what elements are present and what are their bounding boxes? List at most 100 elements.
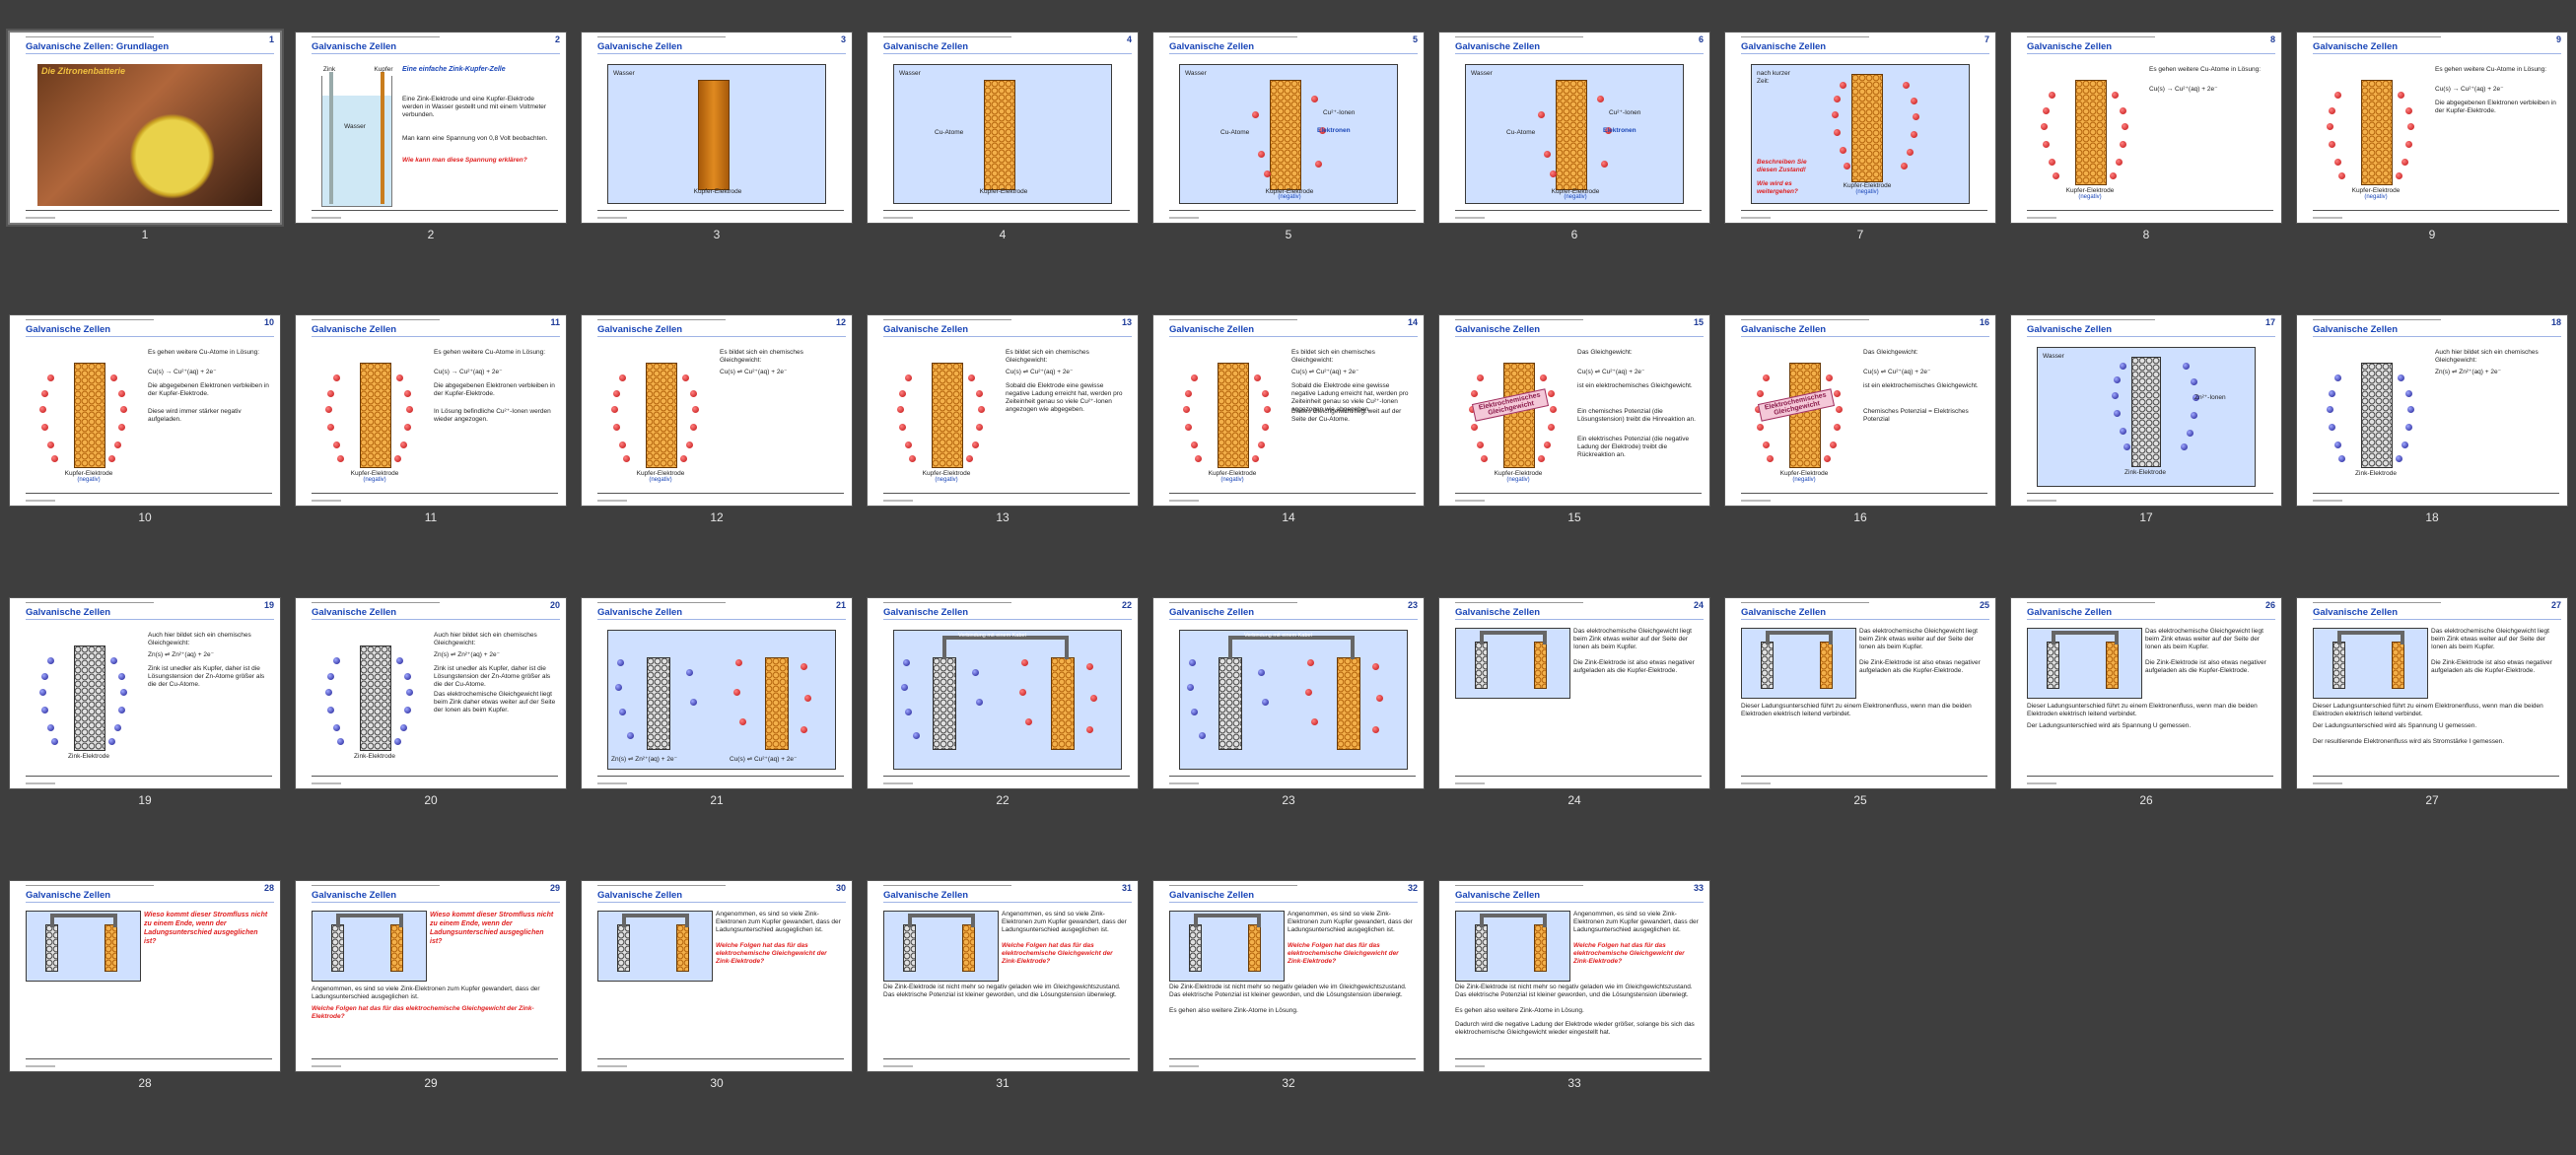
cu-ion (686, 442, 693, 448)
slide-thumbnail-10[interactable]: 10 Galvanische Zellen Kupfer-Elektrode (neg… (10, 315, 280, 589)
zinc-electrode (903, 924, 916, 972)
slide-preview[interactable]: 11 Galvanische Zellen Kupfer-Elektrode (neg… (296, 315, 566, 506)
slide-preview[interactable]: 15 Galvanische Zellen Kupfer-Elektrode (neg… (1439, 315, 1709, 506)
slide-thumbnail-9[interactable]: 9 Galvanische Zellen Kupfer-Elektrode (nega… (2297, 33, 2567, 306)
slide-thumbnail-24[interactable]: 24 Galvanische Zellen Das elektrochemische… (1439, 598, 1709, 872)
slide-preview[interactable]: 18 Galvanische Zellen Zink-Elektrode Auch h… (2297, 315, 2567, 506)
footer-rule (597, 1058, 844, 1063)
slide-preview[interactable]: 31 Galvanische Zellen Angenommen, es sind … (868, 881, 1138, 1071)
slide-preview[interactable]: 19 Galvanische Zellen Zink-Elektrode Auch h… (10, 598, 280, 788)
slide-preview[interactable]: 5 Galvanische Zellen Wasser Kupfer-Elektrod… (1153, 33, 1424, 223)
slide-thumbnail-5[interactable]: 5 Galvanische Zellen Wasser Kupfer-Elektrod… (1153, 33, 1424, 306)
body-text: Auch hier bildet sich ein chemisches Gle… (2435, 349, 2539, 364)
slide-preview[interactable]: 33 Galvanische Zellen Angenommen, es sind … (1439, 881, 1709, 1071)
cu-ion (613, 424, 620, 431)
slide-preview[interactable]: 32 Galvanische Zellen Angenommen, es sind … (1153, 881, 1424, 1071)
slide-preview[interactable]: 23 Galvanische Zellen Verbindung mit einem… (1153, 598, 1424, 788)
slide-thumbnail-23[interactable]: 23 Galvanische Zellen Verbindung mit einem… (1153, 598, 1424, 872)
cu-ion (2405, 141, 2412, 148)
zinc-equation: Zn(s) ⇌ Zn²⁺(aq) + 2e⁻ (611, 756, 678, 763)
footer-rule (1169, 210, 1416, 215)
slide-thumbnail-17[interactable]: 17 Galvanische Zellen Wasser Zn²⁺-Ionen Zink… (2011, 315, 2281, 589)
cu-ion (1763, 374, 1770, 381)
footer-rule (2027, 493, 2273, 498)
slide-thumbnail-4[interactable]: 4 Galvanische Zellen Wasser Kupfer-Elektrod… (868, 33, 1138, 306)
slide-thumbnail-15[interactable]: 15 Galvanische Zellen Kupfer-Elektrode (neg… (1439, 315, 1709, 589)
slide-preview[interactable]: 22 Galvanische Zellen Verbindung mit einem… (868, 598, 1138, 788)
cable-label: Verbindung mit einem Kabel (1244, 633, 1312, 639)
slide-preview[interactable]: 20 Galvanische Zellen Zink-Elektrode Auch h… (296, 598, 566, 788)
slide-thumbnail-6[interactable]: 6 Galvanische Zellen Wasser Kupfer-Elektrod… (1439, 33, 1709, 306)
zn-ion (2327, 406, 2333, 413)
zinc-electrode (1475, 642, 1488, 689)
slide-thumbnail-28[interactable]: 28 Galvanische Zellen Wieso kommt dieser S… (10, 881, 280, 1155)
slide-preview[interactable]: 10 Galvanische Zellen Kupfer-Elektrode (neg… (10, 315, 280, 506)
body-text: Das elektrochemische Gleichgewicht liegt… (1573, 628, 1692, 650)
footer-rule (883, 210, 1130, 215)
slide-preview[interactable]: 1 Galvanische Zellen: Grundlagen Die Zitro… (10, 33, 280, 223)
slide-thumbnail-26[interactable]: 26 Galvanische Zellen Das elektrochemische… (2011, 598, 2281, 872)
slide-thumbnail-29[interactable]: 29 Galvanische Zellen Wieso kommt dieser S… (296, 881, 566, 1155)
slide-title: Galvanische Zellen (26, 324, 274, 337)
slide-preview[interactable]: 28 Galvanische Zellen Wieso kommt dieser S… (10, 881, 280, 1071)
slide-thumbnail-25[interactable]: 25 Galvanische Zellen Das elektrochemische… (1725, 598, 1995, 872)
electrons-label: Elektronen (1317, 127, 1351, 134)
slide-preview[interactable]: 26 Galvanische Zellen Das elektrochemische… (2011, 598, 2281, 788)
slide-preview[interactable]: 8 Galvanische Zellen Kupfer-Elektrode (nega… (2011, 33, 2281, 223)
cu-ion (801, 726, 807, 733)
slide-thumbnail-7[interactable]: 7 Galvanische Zellen nach kurzer Zeit: Besc… (1725, 33, 1995, 306)
cu-ion (2043, 107, 2050, 114)
slide-thumbnail-1[interactable]: 1 Galvanische Zellen: Grundlagen Die Zitro… (10, 33, 280, 306)
slide-preview[interactable]: 6 Galvanische Zellen Wasser Kupfer-Elektrod… (1439, 33, 1709, 223)
slide-preview[interactable]: 4 Galvanische Zellen Wasser Kupfer-Elektrod… (868, 33, 1138, 223)
slide-preview[interactable]: 12 Galvanische Zellen Kupfer-Elektrode (neg… (582, 315, 852, 506)
slide-title: Galvanische Zellen (597, 890, 846, 903)
slide-thumbnail-12[interactable]: 12 Galvanische Zellen Kupfer-Elektrode (neg… (582, 315, 852, 589)
slide-thumbnail-19[interactable]: 19 Galvanische Zellen Zink-Elektrode Auch h… (10, 598, 280, 872)
slide-preview[interactable]: 25 Galvanische Zellen Das elektrochemische… (1725, 598, 1995, 788)
slide-preview[interactable]: 13 Galvanische Zellen Kupfer-Elektrode (neg… (868, 315, 1138, 506)
slide-thumbnail-11[interactable]: 11 Galvanische Zellen Kupfer-Elektrode (neg… (296, 315, 566, 589)
slide-preview[interactable]: 17 Galvanische Zellen Wasser Zn²⁺-Ionen Zink… (2011, 315, 2281, 506)
slide-preview[interactable]: 16 Galvanische Zellen Kupfer-Elektrode (neg… (1725, 315, 1995, 506)
breadcrumb (26, 885, 154, 889)
electrode-diagram: Kupfer-Elektrode (negativ) (601, 353, 710, 501)
slide-thumbnail-18[interactable]: 18 Galvanische Zellen Zink-Elektrode Auch h… (2297, 315, 2567, 589)
cu-ion (1550, 170, 1557, 177)
slide-thumbnail-31[interactable]: 31 Galvanische Zellen Angenommen, es sind … (868, 881, 1138, 1155)
slide-thumbnail-32[interactable]: 32 Galvanische Zellen Angenommen, es sind … (1153, 881, 1424, 1155)
electrode-diagram: Kupfer-Elektrode (negativ) (315, 353, 424, 501)
slide-title: Galvanische Zellen (312, 324, 560, 337)
slide-thumbnail-30[interactable]: 30 Galvanische Zellen Angenommen, es sind … (582, 881, 852, 1155)
slide-thumbnail-22[interactable]: 22 Galvanische Zellen Verbindung mit einem… (868, 598, 1138, 872)
slide-thumbnail-8[interactable]: 8 Galvanische Zellen Kupfer-Elektrode (nega… (2011, 33, 2281, 306)
body-text: Die abgegebenen Elektronen verbleiben in… (2435, 100, 2556, 114)
slide-thumbnail-20[interactable]: 20 Galvanische Zellen Zink-Elektrode Auch h… (296, 598, 566, 872)
slide-thumbnail-27[interactable]: 27 Galvanische Zellen Das elektrochemische… (2297, 598, 2567, 872)
slide-index-label: 5 (1285, 228, 1292, 241)
slide-thumbnail-16[interactable]: 16 Galvanische Zellen Kupfer-Elektrode (neg… (1725, 315, 1995, 589)
slide-preview[interactable]: 7 Galvanische Zellen nach kurzer Zeit: Besc… (1725, 33, 1995, 223)
slide-preview[interactable]: 30 Galvanische Zellen Angenommen, es sind … (582, 881, 852, 1071)
footer-copyright (1455, 782, 1485, 784)
slide-preview[interactable]: 29 Galvanische Zellen Wieso kommt dieser S… (296, 881, 566, 1071)
slide-thumbnail-13[interactable]: 13 Galvanische Zellen Kupfer-Elektrode (neg… (868, 315, 1138, 589)
slide-preview[interactable]: 27 Galvanische Zellen Das elektrochemische… (2297, 598, 2567, 788)
cu-ion (2043, 141, 2050, 148)
slide-preview[interactable]: 2 Galvanische Zellen Zink Kupfer Wasser Eine … (296, 33, 566, 223)
slide-preview[interactable]: 21 Galvanische Zellen Zn(s) ⇌ Zn²⁺(aq) + 2… (582, 598, 852, 788)
slide-preview[interactable]: 24 Galvanische Zellen Das elektrochemische… (1439, 598, 1709, 788)
slide-thumbnail-33[interactable]: 33 Galvanische Zellen Angenommen, es sind … (1439, 881, 1709, 1155)
slide-thumbnail-21[interactable]: 21 Galvanische Zellen Zn(s) ⇌ Zn²⁺(aq) + 2… (582, 598, 852, 872)
slide-thumbnail-3[interactable]: 3 Galvanische Zellen Wasser Kupfer-Elektrod… (582, 33, 852, 306)
slide-preview[interactable]: 9 Galvanische Zellen Kupfer-Elektrode (nega… (2297, 33, 2567, 223)
body-text: Dieser Ladungsunterschied führt zu einem… (1741, 703, 1972, 717)
zn-ion (1191, 709, 1198, 715)
cu-ion (41, 390, 48, 397)
electrode-label: Kupfer-Elektrode (1779, 470, 1829, 477)
cu-ion (327, 390, 334, 397)
slide-thumbnail-2[interactable]: 2 Galvanische Zellen Zink Kupfer Wasser Eine … (296, 33, 566, 306)
slide-preview[interactable]: 3 Galvanische Zellen Wasser Kupfer-Elektrod… (582, 33, 852, 223)
slide-thumbnail-14[interactable]: 14 Galvanische Zellen Kupfer-Elektrode (neg… (1153, 315, 1424, 589)
slide-preview[interactable]: 14 Galvanische Zellen Kupfer-Elektrode (neg… (1153, 315, 1424, 506)
